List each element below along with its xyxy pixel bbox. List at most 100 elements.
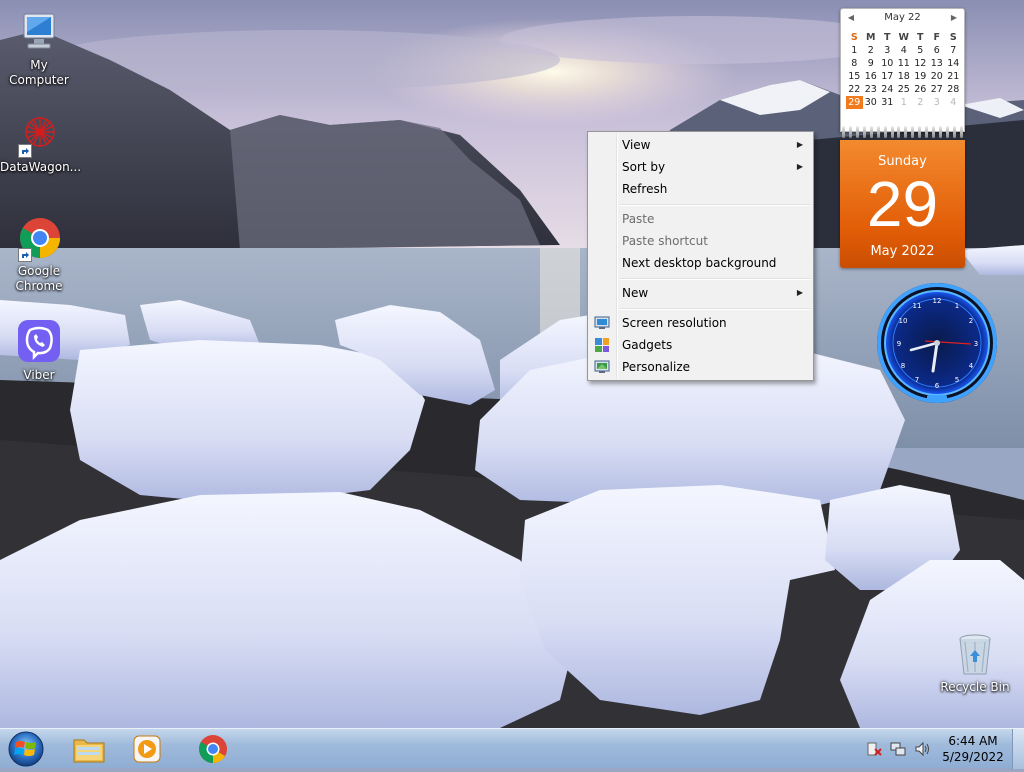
calendar-weekday: S: [949, 32, 957, 43]
menu-item-sort-by[interactable]: Sort by ▶: [590, 156, 811, 178]
calendar-day[interactable]: 8: [846, 57, 863, 70]
network-icon[interactable]: [890, 741, 906, 757]
taskbar-file-explorer-button[interactable]: [60, 730, 118, 767]
menu-item-label: Paste shortcut: [622, 234, 708, 248]
menu-item-label: Refresh: [622, 182, 668, 196]
calendar-day[interactable]: 19: [912, 70, 929, 83]
calendar-day[interactable]: 23: [863, 83, 880, 96]
calendar-day[interactable]: 2: [863, 44, 880, 57]
recycle-bin-icon: [952, 632, 998, 678]
menu-item-next-desktop-background[interactable]: Next desktop background: [590, 252, 811, 274]
menu-item-new[interactable]: New ▶: [590, 282, 811, 304]
calendar-day[interactable]: 31: [879, 96, 896, 109]
calendar-day[interactable]: 30: [863, 96, 880, 109]
gadgets-icon: [594, 337, 610, 353]
calendar-weekday: T: [884, 32, 891, 43]
calendar-day[interactable]: 21: [945, 70, 962, 83]
desktop-icon-label: Google Chrome: [15, 264, 63, 293]
menu-separator: [620, 278, 811, 280]
show-desktop-button[interactable]: [1012, 729, 1024, 769]
calendar-day-name: Sunday: [878, 154, 927, 169]
chrome-icon: [16, 216, 62, 262]
calendar-prev-month-button[interactable]: ◀: [845, 9, 857, 27]
calendar-week-row: 22 23 24 25 26 27 28: [846, 83, 962, 96]
svg-text:7: 7: [915, 376, 919, 384]
calendar-day[interactable]: 16: [863, 70, 880, 83]
calendar-weekday: F: [933, 32, 941, 43]
calendar-day-next-month[interactable]: 3: [929, 96, 946, 109]
desktop-icon-my-computer[interactable]: My Computer: [0, 10, 78, 88]
menu-item-label: Paste: [622, 212, 655, 226]
calendar-day[interactable]: 27: [929, 83, 946, 96]
calendar-month-year: May 2022: [870, 244, 935, 259]
calendar-weekday: W: [898, 32, 909, 43]
desktop[interactable]: My Computer DataWagon... Google Chrome V…: [0, 0, 1024, 728]
calendar-day[interactable]: 18: [896, 70, 913, 83]
calendar-next-month-button[interactable]: ▶: [948, 9, 960, 27]
calendar-day[interactable]: 10: [879, 57, 896, 70]
calendar-day-next-month[interactable]: 1: [896, 96, 913, 109]
calendar-day[interactable]: 14: [945, 57, 962, 70]
calendar-day[interactable]: 11: [896, 57, 913, 70]
system-tray: [862, 729, 942, 769]
calendar-day[interactable]: 7: [945, 44, 962, 57]
calendar-day[interactable]: 20: [929, 70, 946, 83]
menu-item-refresh[interactable]: Refresh: [590, 178, 811, 200]
submenu-arrow-icon: ▶: [796, 140, 803, 149]
taskbar-chrome-button[interactable]: [184, 730, 242, 767]
menu-separator: [620, 204, 811, 206]
desktop-icon-viber[interactable]: Viber: [0, 320, 78, 383]
taskbar-clock[interactable]: 6:44 AM 5/29/2022: [940, 733, 1006, 765]
calendar-day[interactable]: 1: [846, 44, 863, 57]
svg-text:8: 8: [901, 362, 905, 370]
calendar-day[interactable]: 26: [912, 83, 929, 96]
calendar-grid: S M T W T F S 1 2 3 4 5 6 7 8 9 10 11 12…: [846, 31, 962, 109]
calendar-day[interactable]: 3: [879, 44, 896, 57]
menu-item-label: View: [622, 138, 651, 152]
calendar-day[interactable]: 17: [879, 70, 896, 83]
calendar-day[interactable]: 13: [929, 57, 946, 70]
calendar-day-next-month[interactable]: 4: [945, 96, 962, 109]
calendar-day[interactable]: 5: [912, 44, 929, 57]
calendar-day-next-month[interactable]: 2: [912, 96, 929, 109]
calendar-day[interactable]: 4: [896, 44, 913, 57]
windows-logo-icon: [8, 731, 44, 767]
menu-item-label: Gadgets: [622, 338, 673, 352]
calendar-day[interactable]: 24: [879, 83, 896, 96]
volume-icon[interactable]: [914, 741, 930, 757]
calendar-day[interactable]: 25: [896, 83, 913, 96]
file-explorer-icon: [73, 739, 105, 763]
calendar-day[interactable]: 12: [912, 57, 929, 70]
calendar-day[interactable]: 6: [929, 44, 946, 57]
taskbar-media-player-button[interactable]: [118, 730, 176, 767]
desktop-icon-recycle-bin[interactable]: Recycle Bin: [936, 632, 1014, 695]
menu-item-label: Next desktop background: [622, 256, 777, 270]
menu-item-personalize[interactable]: Personalize: [590, 356, 811, 378]
calendar-day-today[interactable]: 29: [846, 96, 863, 109]
media-player-icon: [133, 735, 161, 763]
menu-item-view[interactable]: View ▶: [590, 134, 811, 156]
calendar-day-view[interactable]: Sunday 29 May 2022: [840, 140, 965, 268]
menu-item-gadgets[interactable]: Gadgets: [590, 334, 811, 356]
svg-text:3: 3: [974, 340, 978, 348]
desktop-icon-google-chrome[interactable]: Google Chrome: [0, 216, 78, 294]
menu-item-label: Personalize: [622, 360, 691, 374]
calendar-day[interactable]: 9: [863, 57, 880, 70]
calendar-day[interactable]: 28: [945, 83, 962, 96]
calendar-day[interactable]: 15: [846, 70, 863, 83]
menu-item-screen-resolution[interactable]: Screen resolution: [590, 312, 811, 334]
taskbar-date: 5/29/2022: [942, 750, 1004, 764]
calendar-day[interactable]: 22: [846, 83, 863, 96]
start-button[interactable]: [4, 729, 50, 769]
svg-text:11: 11: [913, 302, 922, 310]
taskbar: 6:44 AM 5/29/2022: [0, 728, 1024, 769]
submenu-arrow-icon: ▶: [796, 162, 803, 171]
clock-gadget[interactable]: 12 1 2 3 4 5 6 7 8 9 10 11: [875, 281, 999, 405]
calendar-binding-rings: [840, 126, 965, 138]
datawagon-icon: [16, 112, 62, 158]
action-center-icon[interactable]: [866, 741, 882, 757]
menu-item-paste-shortcut: Paste shortcut: [590, 230, 811, 252]
calendar-gadget[interactable]: ◀ May 22 ▶ S M T W T F S 1 2 3 4 5 6 7 8…: [840, 8, 965, 268]
desktop-icon-datawagon[interactable]: DataWagon...: [0, 112, 81, 175]
taskbar-time: 6:44 AM: [948, 734, 998, 748]
